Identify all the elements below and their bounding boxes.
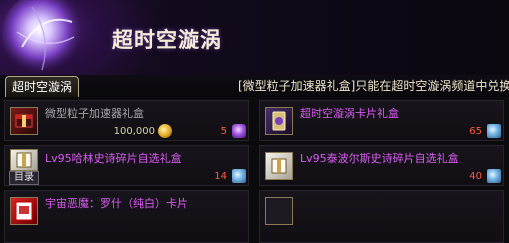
item-name: 超时空漩涡卡片礼盒: [300, 107, 399, 120]
notice-text: [微型粒子加速器礼盒]只能在超时空漩涡频道中兑换: [238, 79, 509, 93]
item-name: Lv95哈林史诗碎片自选礼盒: [45, 152, 182, 165]
space-orb-icon: [232, 124, 246, 138]
item-icon: [10, 107, 38, 135]
header-banner: 超时空漩涡: [0, 0, 509, 76]
item-icon: [265, 197, 293, 225]
item-price-secondary: 40: [469, 171, 482, 182]
shop-item[interactable]: Lv95泰波尔斯史诗碎片自选礼盒 40: [259, 145, 504, 186]
shop-item[interactable]: 微型粒子加速器礼盒 100,000 5: [4, 100, 249, 141]
tab-superspace-vortex[interactable]: 超时空漩涡: [5, 76, 79, 97]
shop-item[interactable]: [259, 190, 504, 243]
shop-grid: 微型粒子加速器礼盒 100,000 5 超时空漩涡卡片礼盒 65 目录 Lv95…: [0, 97, 509, 243]
crystal-icon: [487, 124, 501, 138]
item-price-secondary: 5: [220, 126, 227, 137]
page-title: 超时空漩涡: [112, 27, 222, 52]
gold-coin-icon: [158, 124, 172, 138]
item-icon: [265, 152, 293, 180]
crystal-icon: [487, 169, 501, 183]
catalog-button[interactable]: 目录: [9, 171, 39, 185]
item-price-secondary: 65: [469, 126, 482, 137]
vortex-orb-icon: [2, 0, 86, 76]
item-icon: [10, 149, 38, 171]
item-icon: [265, 107, 293, 135]
item-name: 微型粒子加速器礼盒: [45, 107, 144, 120]
shop-item[interactable]: 超时空漩涡卡片礼盒 65: [259, 100, 504, 141]
item-price-primary: 100,000: [113, 126, 155, 137]
item-name: 宇宙恶魔：罗什（纯白）卡片: [45, 197, 188, 210]
shop-item[interactable]: 目录 Lv95哈林史诗碎片自选礼盒 14: [4, 145, 249, 186]
item-icon: [10, 197, 38, 225]
shop-item[interactable]: 宇宙恶魔：罗什（纯白）卡片: [4, 190, 249, 243]
item-price-secondary: 14: [214, 171, 227, 182]
crystal-icon: [232, 169, 246, 183]
item-name: Lv95泰波尔斯史诗碎片自选礼盒: [300, 152, 459, 165]
